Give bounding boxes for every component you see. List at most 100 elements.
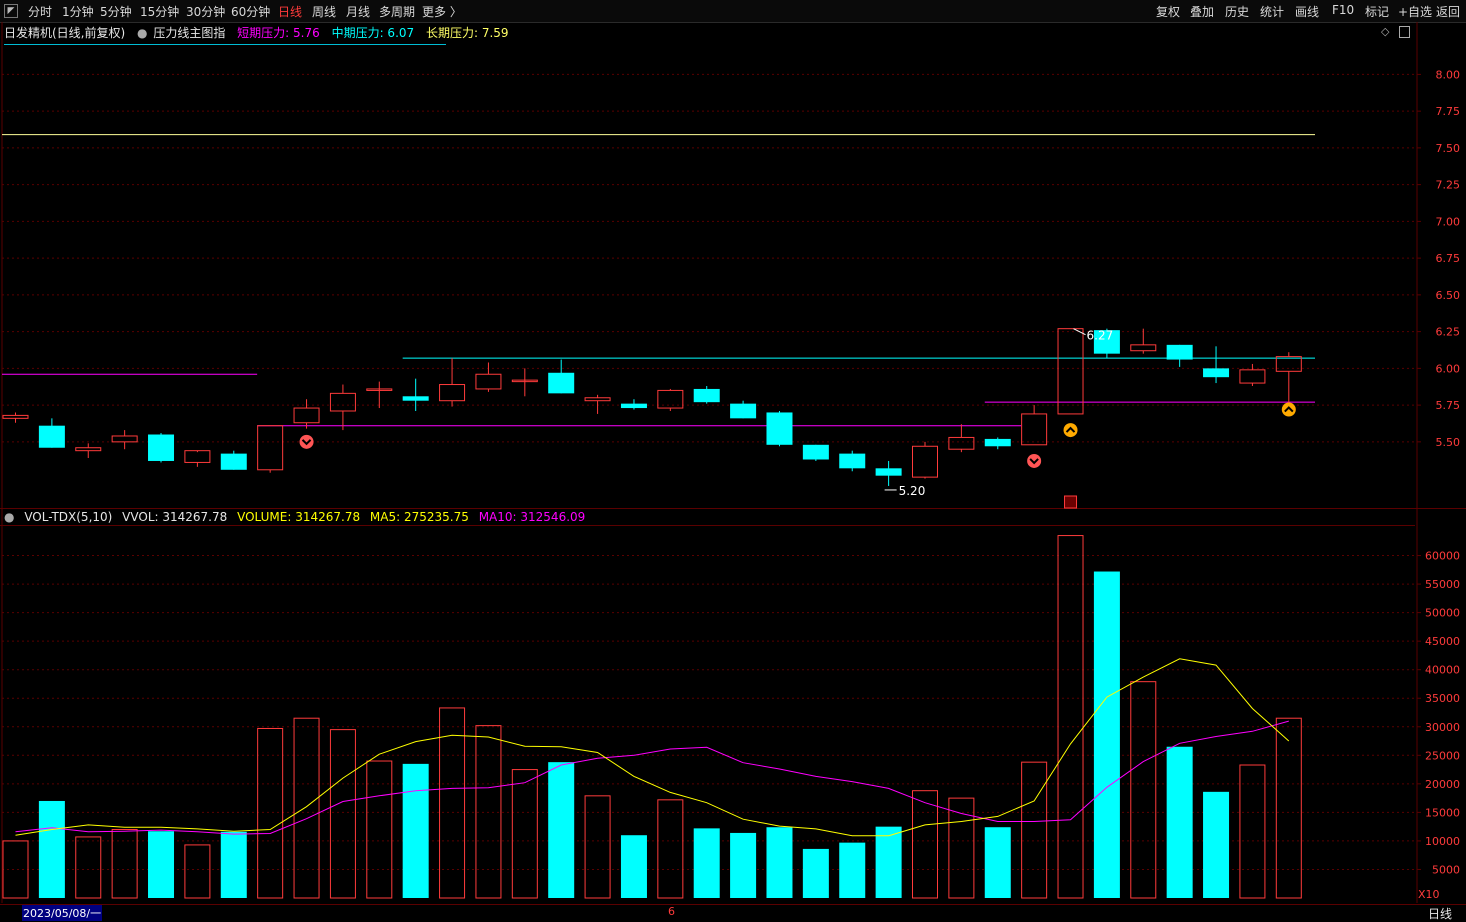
- volume-bar-down: [766, 827, 793, 898]
- period-button-4[interactable]: 30分钟: [186, 3, 225, 20]
- price-tick-label: 7.00: [1436, 215, 1461, 228]
- volume-bar-up: [2, 840, 29, 899]
- volume-bar-down: [220, 831, 247, 898]
- vol-indicator-name[interactable]: VOL-TDX(5,10): [24, 510, 112, 524]
- price-tick-label: 5.75: [1436, 399, 1461, 412]
- volume-tick-label: 10000: [1425, 835, 1460, 848]
- volume-bar-down: [148, 831, 175, 898]
- period-button-8[interactable]: 月线: [346, 3, 370, 20]
- candle-body-up: [1239, 369, 1266, 384]
- volume-bar-up: [1239, 764, 1266, 899]
- toolbar-right-button-8[interactable]: 返回: [1436, 3, 1460, 20]
- candle-body-down: [620, 403, 647, 409]
- candle-body-up: [1057, 328, 1084, 415]
- volume-bar-up: [366, 760, 393, 899]
- period-button-0[interactable]: 分时: [28, 3, 52, 20]
- stock-title[interactable]: 日发精机(日线,前复权): [4, 26, 125, 40]
- volume-bar-down: [984, 827, 1011, 898]
- volume-bar-up: [584, 795, 611, 899]
- volume-bar-up: [948, 797, 975, 899]
- short-pressure-label: 短期压力: 5.76: [237, 26, 320, 40]
- candle-body-up: [1275, 356, 1302, 372]
- toolbar-right-button-6[interactable]: 标记: [1365, 3, 1389, 20]
- volume-tick-label: 15000: [1425, 806, 1460, 819]
- period-button-5[interactable]: 60分钟: [231, 3, 270, 20]
- candle-body-up: [366, 388, 393, 391]
- candle-body-down: [220, 453, 247, 470]
- candle-body-down: [730, 403, 757, 419]
- volume-bar-down: [802, 848, 829, 898]
- toolbar-right-button-3[interactable]: 统计: [1260, 3, 1284, 20]
- indicator-dot-icon[interactable]: ●: [137, 26, 147, 40]
- volume-tick-label: 50000: [1425, 607, 1460, 620]
- candle-body-down: [548, 372, 575, 394]
- toolbar-right-button-2[interactable]: 历史: [1225, 3, 1249, 20]
- candle-body-down: [766, 412, 793, 445]
- price-tick-label: 6.50: [1436, 289, 1461, 302]
- candle-body-up: [293, 407, 320, 424]
- price-tick-label: 8.00: [1436, 68, 1461, 81]
- volume-tick-label: 35000: [1425, 692, 1460, 705]
- candle-body-up: [475, 373, 502, 390]
- price-tick-label: 6.25: [1436, 326, 1461, 339]
- candle-body-up: [948, 436, 975, 450]
- volume-bar-up: [111, 829, 138, 899]
- volume-bar-down: [1166, 746, 1193, 898]
- candle-body-down: [875, 468, 902, 476]
- candle-body-down: [839, 453, 866, 469]
- menu-corner-icon[interactable]: ◤: [4, 4, 18, 18]
- period-label: 日线: [1428, 907, 1453, 921]
- panel-toggle-icon[interactable]: [1399, 26, 1410, 38]
- candle-body-up: [75, 447, 102, 452]
- period-button-1[interactable]: 1分钟: [62, 3, 94, 20]
- price-tick-label: 6.00: [1436, 362, 1461, 375]
- ma5-line: [15, 658, 1290, 837]
- buy-signal-icon: [1281, 402, 1296, 417]
- period-button-2[interactable]: 5分钟: [100, 3, 132, 20]
- toolbar-right-button-1[interactable]: 叠加: [1190, 3, 1214, 20]
- candle-body-up: [257, 425, 284, 471]
- period-button-3[interactable]: 15分钟: [140, 3, 179, 20]
- toolbar-right-button-4[interactable]: 画线: [1295, 3, 1319, 20]
- price-tick-label: 5.50: [1436, 436, 1461, 449]
- vvol-value: VVOL: 314267.78: [122, 510, 228, 524]
- candle-body-up: [657, 389, 684, 409]
- candle-body-up: [329, 392, 356, 412]
- ma5-value: MA5: 275235.75: [369, 510, 469, 524]
- period-toolbar: ◤ 分时 1分钟 5分钟 15分钟 30分钟 60分钟 日线 周线 月线 多周期 更多 〉 复权 叠加…: [0, 0, 1466, 23]
- candle-body-up: [912, 445, 938, 478]
- price-tick-label: 7.75: [1436, 105, 1461, 118]
- volume-bar-up: [912, 790, 938, 899]
- candle-body-down: [1166, 344, 1193, 360]
- candle-body-down: [1203, 368, 1230, 378]
- period-button-9[interactable]: 多周期: [379, 3, 415, 20]
- volume-bar-up: [657, 799, 684, 899]
- toolbar-right-button-7[interactable]: +自选: [1398, 3, 1432, 20]
- volume-bar-up: [511, 769, 538, 899]
- candle-body-up: [584, 397, 611, 402]
- toolbar-right-button-0[interactable]: 复权: [1156, 3, 1180, 20]
- volume-legend: ● VOL-TDX(5,10) VVOL: 314267.78 VOLUME: …: [4, 510, 591, 524]
- volume-bar-up: [75, 836, 102, 899]
- period-button-7[interactable]: 周线: [312, 3, 336, 20]
- candle-body-down: [802, 444, 829, 460]
- volume-bar-down: [730, 832, 757, 898]
- period-button-6[interactable]: 日线: [278, 3, 302, 20]
- vol-dot-icon[interactable]: ●: [4, 510, 14, 524]
- ma10-line: [15, 720, 1289, 835]
- kline-chart[interactable]: 8.00 7.75 7.50 7.25 7.00 6.75 6.50 6.25 6.00 5.75…: [0, 0, 1466, 919]
- volume-bar-up: [1275, 717, 1302, 899]
- volume-tick-label: 45000: [1425, 635, 1460, 648]
- volume-bar-up: [293, 717, 320, 899]
- volume-bar-down: [402, 763, 429, 898]
- indicator-name[interactable]: 压力线主图指: [153, 26, 225, 40]
- candle-body-up: [184, 450, 211, 463]
- price-tick-label: 7.50: [1436, 142, 1461, 155]
- volume-bar-up: [257, 727, 284, 899]
- candle-body-down: [984, 438, 1011, 447]
- diamond-icon[interactable]: ◇: [1381, 25, 1389, 38]
- period-button-10[interactable]: 更多 〉: [422, 3, 462, 20]
- buy-signal-icon: [1063, 423, 1078, 438]
- x10-label: X10: [1418, 888, 1440, 901]
- toolbar-right-button-5[interactable]: F10: [1332, 3, 1354, 17]
